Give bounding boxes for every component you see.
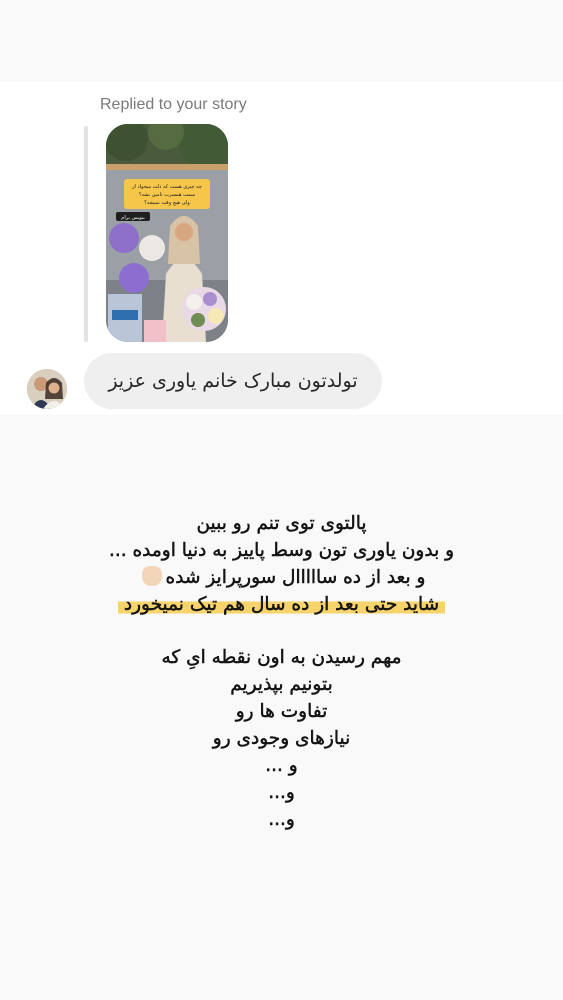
caption-line: مهم رسیدن به اون نقطه ایِ که — [161, 647, 402, 669]
reply-quote-bar — [84, 126, 88, 342]
caption-line: نیازهای وجودی رو — [212, 728, 351, 750]
caption-line-text: و بعد از ده سااااال سورپرایز شده — [165, 567, 426, 589]
caption-line: تفاوت ها رو — [235, 701, 328, 723]
story-caption: پالتوی توی تنم رو ببین و بدون یاوری تون … — [40, 510, 523, 833]
caption-line: و... — [268, 809, 295, 831]
message-text: تولدتون مبارک خانم یاوری عزیز — [108, 370, 358, 392]
story-photo: چه چیزی هست که دلت میخواد از سمت همسرت ت… — [106, 124, 228, 342]
caption-line: و ... — [265, 755, 298, 777]
svg-text:ولی هیچ وقت نمیشه؟: ولی هیچ وقت نمیشه؟ — [144, 200, 190, 206]
avatar-photo — [27, 369, 67, 409]
svg-text:بنویس برام: بنویس برام — [121, 215, 144, 221]
caption-line: بتونیم بپذیریم — [230, 674, 333, 696]
caption-line: و بدون یاوری تون وسط پاییز به دنیا اومده… — [108, 540, 455, 562]
message-bubble[interactable]: تولدتون مبارک خانم یاوری عزیز — [84, 353, 382, 409]
sender-avatar[interactable] — [27, 369, 67, 409]
raised-hand-emoji-icon — [141, 566, 162, 586]
story-thumbnail[interactable]: چه چیزی هست که دلت میخواد از سمت همسرت ت… — [106, 124, 228, 342]
highlighted-text: شاید حتی بعد از ده سال هم تیک نمیخورد — [117, 594, 446, 615]
caption-line-highlighted: شاید حتی بعد از ده سال هم تیک نمیخورد — [40, 591, 523, 618]
replied-to-story-label: Replied to your story — [100, 96, 247, 113]
svg-text:چه چیزی هست که دلت میخواد از: چه چیزی هست که دلت میخواد از — [131, 184, 202, 190]
caption-line: پالتوی توی تنم رو ببین — [196, 513, 367, 535]
svg-text:سمت همسرت تامین بشه؟: سمت همسرت تامین بشه؟ — [139, 192, 195, 198]
caption-line: و... — [268, 782, 295, 804]
caption-line-with-emoji: و بعد از ده سااااال سورپرایز شده — [40, 564, 523, 591]
